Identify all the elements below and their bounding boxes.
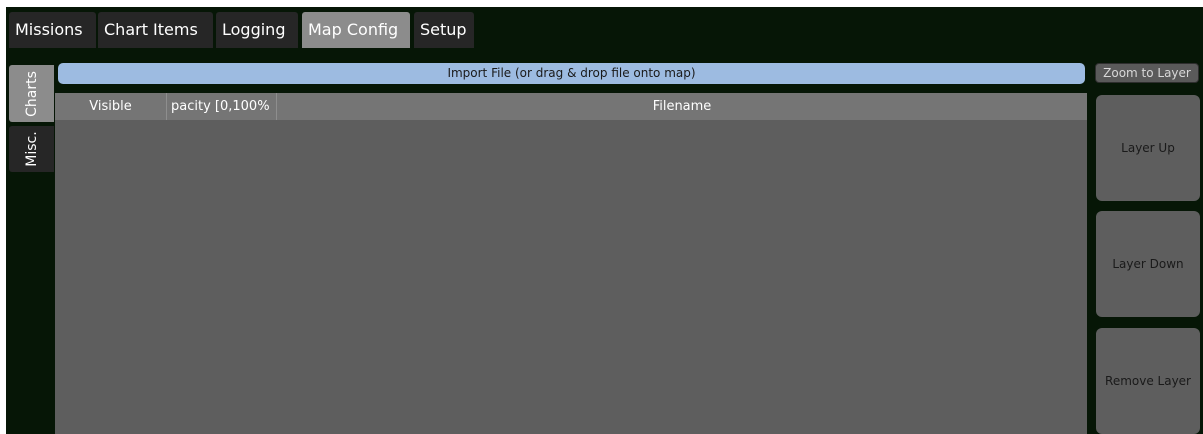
layer-down-label: Layer Down: [1112, 257, 1184, 271]
layer-up-button[interactable]: Layer Up: [1096, 95, 1200, 201]
column-header-visible[interactable]: Visible: [55, 93, 166, 120]
tab-logging[interactable]: Logging: [216, 12, 298, 48]
main-frame: Missions Chart Items Logging Map Config …: [6, 7, 1203, 434]
zoom-to-layer-button[interactable]: Zoom to Layer: [1095, 63, 1199, 83]
side-tab-charts-label: Charts: [23, 70, 40, 117]
layer-up-label: Layer Up: [1121, 141, 1175, 155]
column-header-filename[interactable]: Filename: [276, 93, 1087, 120]
tab-chart-items[interactable]: Chart Items: [98, 12, 213, 48]
tab-map-config[interactable]: Map Config: [302, 12, 410, 48]
column-header-opacity[interactable]: pacity [0,100%: [166, 93, 276, 120]
layer-down-button[interactable]: Layer Down: [1096, 211, 1200, 317]
tab-missions[interactable]: Missions: [9, 12, 96, 48]
tab-setup[interactable]: Setup: [414, 12, 474, 48]
side-tab-charts[interactable]: Charts: [9, 65, 54, 122]
remove-layer-button[interactable]: Remove Layer: [1096, 328, 1200, 434]
table-header: Visible pacity [0,100% Filename: [55, 93, 1087, 120]
remove-layer-label: Remove Layer: [1105, 374, 1191, 388]
side-tab-misc[interactable]: Misc.: [9, 126, 54, 172]
layers-table[interactable]: Visible pacity [0,100% Filename: [55, 93, 1087, 434]
side-tab-misc-label: Misc.: [23, 131, 40, 167]
import-file-button[interactable]: Import File (or drag & drop file onto ma…: [58, 63, 1085, 84]
app-window: Missions Chart Items Logging Map Config …: [0, 0, 1203, 434]
